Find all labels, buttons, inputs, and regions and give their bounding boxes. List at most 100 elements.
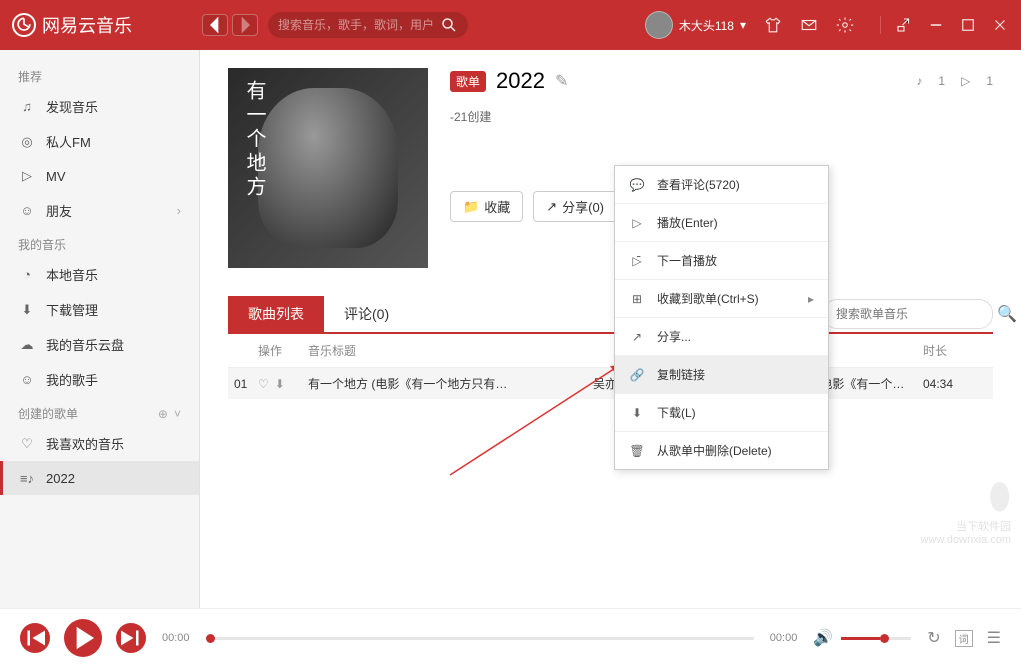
- main-content: 有一个地方 歌单 2022 ✎ ♪1 ▷1 -21创建 📁收藏 ↗分享(0) ⬇…: [200, 50, 1021, 608]
- volume-icon[interactable]: 🔊: [813, 628, 833, 648]
- menu-delete[interactable]: 🗑从歌单中删除(Delete): [615, 432, 828, 469]
- nav-back-button[interactable]: [202, 14, 228, 36]
- mini-mode-icon[interactable]: [895, 16, 913, 34]
- app-name: 网易云音乐: [42, 12, 132, 38]
- sidebar-item-artists[interactable]: ☺我的歌手: [0, 362, 199, 397]
- row-index: 01: [228, 377, 258, 391]
- row-duration: 04:34: [923, 377, 993, 391]
- add-playlist-icon[interactable]: ⊕: [158, 407, 168, 421]
- progress-bar[interactable]: [206, 637, 754, 640]
- heart-icon[interactable]: ♡: [258, 377, 269, 391]
- watermark-logo-icon: ⬮: [921, 475, 1011, 518]
- skin-icon[interactable]: [764, 16, 782, 34]
- mail-icon[interactable]: [800, 16, 818, 34]
- person-icon: ☺: [18, 371, 36, 389]
- menu-play-next[interactable]: ▷̄下一首播放: [615, 242, 828, 280]
- close-icon[interactable]: [991, 16, 1009, 34]
- tab-comments[interactable]: 评论(0): [324, 296, 409, 332]
- chevron-down-icon: ▾: [740, 18, 746, 32]
- time-total: 00:00: [770, 632, 798, 644]
- share-icon: ↗: [546, 199, 557, 215]
- th-op: 操作: [258, 342, 308, 359]
- menu-share[interactable]: ↗分享...: [615, 318, 828, 356]
- volume-bar[interactable]: [841, 637, 911, 640]
- tab-songs[interactable]: 歌曲列表: [228, 296, 324, 332]
- playlist-search[interactable]: 🔍: [823, 299, 993, 329]
- minimize-icon[interactable]: [927, 16, 945, 34]
- video-icon: ▷: [18, 167, 36, 185]
- sidebar-item-mv[interactable]: ▷MV: [0, 159, 199, 193]
- folder-icon: 📁: [463, 199, 479, 215]
- comment-icon: 💬: [629, 177, 645, 193]
- add-icon: ⊞: [629, 291, 645, 307]
- radio-icon: ◎: [18, 133, 36, 151]
- maximize-icon[interactable]: [959, 16, 977, 34]
- watermark: ⬮ 当下软件园 www.downxia.com: [921, 475, 1011, 546]
- sidebar-item-download[interactable]: ⬇下载管理: [0, 292, 199, 327]
- lyrics-icon[interactable]: 词: [955, 630, 973, 647]
- progress-handle[interactable]: [206, 634, 215, 643]
- playlist-cover[interactable]: 有一个地方: [228, 68, 428, 268]
- play-next-icon: ▷̄: [629, 253, 645, 269]
- sidebar-item-discover[interactable]: ♫发现音乐: [0, 89, 199, 124]
- menu-copy-link[interactable]: 🔗复制链接: [615, 356, 828, 394]
- download-icon[interactable]: ⬇: [275, 377, 285, 391]
- playlist-search-input[interactable]: [836, 307, 991, 321]
- sidebar-item-friends[interactable]: ☺朋友›: [0, 193, 199, 228]
- song-count: 1: [938, 74, 945, 88]
- download-icon: ⬇: [18, 301, 36, 319]
- menu-download[interactable]: ⬇下载(L): [615, 394, 828, 432]
- menu-play[interactable]: ▷播放(Enter): [615, 204, 828, 242]
- nav-forward-button[interactable]: [232, 14, 258, 36]
- volume-handle[interactable]: [880, 634, 889, 643]
- play-button[interactable]: [64, 619, 102, 657]
- menu-add-playlist[interactable]: ⊞收藏到歌单(Ctrl+S)▸: [615, 280, 828, 318]
- music-note-icon: ♫: [18, 98, 36, 116]
- friends-icon: ☺: [18, 202, 36, 220]
- share-button[interactable]: ↗分享(0): [533, 191, 617, 222]
- sidebar: 推荐 ♫发现音乐 ◎私人FM ▷MV ☺朋友› 我的音乐 ◔本地音乐 ⬇下载管理…: [0, 50, 200, 608]
- search-icon[interactable]: 🔍: [997, 304, 1017, 324]
- clock-icon: ◔: [18, 266, 36, 284]
- favorite-button[interactable]: 📁收藏: [450, 191, 523, 222]
- menu-view-comments[interactable]: 💬查看评论(5720): [615, 166, 828, 204]
- table-row[interactable]: 01 ♡ ⬇ 有一个地方 (电影《有一个地方只有… 吴亦凡 有一个地方 (电影《…: [228, 368, 993, 399]
- loop-icon[interactable]: ↻: [927, 628, 940, 648]
- sidebar-item-local[interactable]: ◔本地音乐: [0, 257, 199, 292]
- player-bar: 00:00 00:00 🔊 ↻ 词 ☰: [0, 608, 1021, 667]
- prev-button[interactable]: [20, 623, 50, 653]
- sidebar-item-favorites[interactable]: ♡我喜欢的音乐: [0, 426, 199, 461]
- netease-logo-icon: [12, 13, 36, 37]
- chevron-right-icon: ›: [177, 203, 181, 218]
- search-icon[interactable]: [440, 16, 458, 34]
- download-icon: ⬇: [629, 405, 645, 421]
- sidebar-item-fm[interactable]: ◎私人FM: [0, 124, 199, 159]
- next-button[interactable]: [116, 623, 146, 653]
- username: 木大头118: [679, 17, 734, 34]
- cover-text: 有一个地方: [240, 80, 269, 200]
- time-current: 00:00: [162, 632, 190, 644]
- creator-info: -21创建: [450, 108, 993, 125]
- gear-icon[interactable]: [836, 16, 854, 34]
- th-duration: 时长: [923, 342, 993, 359]
- playlist-tag: 歌单: [450, 71, 486, 92]
- user-info[interactable]: 木大头118 ▾: [645, 11, 746, 39]
- song-count-icon: ♪: [916, 74, 922, 88]
- th-title: 音乐标题: [308, 342, 593, 359]
- sidebar-section-created: 创建的歌单 ⊕ ˅: [0, 397, 199, 426]
- trash-icon: 🗑: [629, 443, 645, 459]
- search-box[interactable]: [268, 12, 468, 38]
- queue-icon[interactable]: ☰: [987, 628, 1001, 648]
- link-icon: 🔗: [629, 367, 645, 383]
- sidebar-item-2022[interactable]: ≡♪2022: [0, 461, 199, 495]
- table-header: 操作 音乐标题 专辑 时长: [228, 334, 993, 368]
- context-menu: 💬查看评论(5720) ▷播放(Enter) ▷̄下一首播放 ⊞收藏到歌单(Ct…: [614, 165, 829, 470]
- share-icon: ↗: [629, 329, 645, 345]
- avatar: [645, 11, 673, 39]
- search-input[interactable]: [278, 18, 440, 32]
- app-header: 网易云音乐 木大头118 ▾: [0, 0, 1021, 50]
- playlist-title: 2022: [496, 68, 545, 94]
- sidebar-item-cloud[interactable]: ☁我的音乐云盘: [0, 327, 199, 362]
- edit-icon[interactable]: ✎: [555, 71, 568, 91]
- collapse-icon[interactable]: ˅: [174, 407, 181, 421]
